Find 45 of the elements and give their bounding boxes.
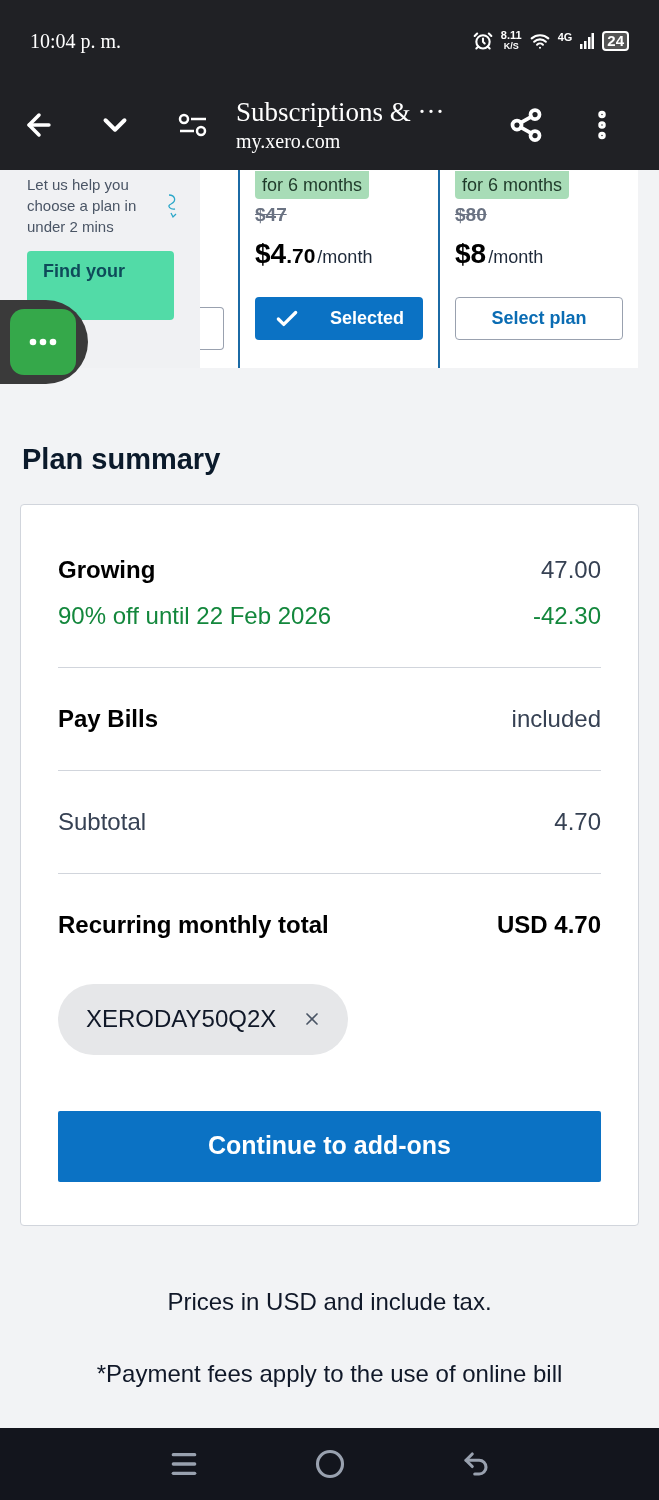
home-icon[interactable]: [315, 1449, 346, 1479]
signal-icon: [580, 33, 595, 49]
line-amount: 4.70: [554, 806, 601, 837]
discount-amount: -42.30: [532, 600, 601, 631]
line-label: Pay Bills: [58, 703, 159, 734]
status-time: 10:04 p. m.: [30, 29, 122, 55]
line-label: Subtotal: [58, 806, 147, 837]
helper-text: Let us help you choose a plan in under 2 mins: [27, 175, 138, 237]
page-url: my.xero.com: [236, 129, 342, 154]
note-text: Prices in USD and include tax.: [167, 1286, 492, 1317]
net-speed: 8.11: [500, 30, 522, 41]
find-plan-button[interactable]: Find your: [27, 251, 174, 320]
plan-price: $8: [455, 237, 487, 271]
price-period: /month: [317, 246, 373, 269]
price-period: /month: [488, 246, 544, 269]
select-plan-button[interactable]: Select plan: [455, 297, 623, 340]
select-plan-button[interactable]: [200, 307, 224, 350]
dots-icon: [29, 338, 57, 346]
page-title: Subscriptions & ···: [236, 96, 446, 128]
line-amount: 47.00: [540, 554, 601, 585]
duration-badge: for 6 months: [255, 171, 370, 199]
line-label: Growing: [58, 554, 156, 585]
promo-code: XERODAY50Q2X: [86, 1004, 277, 1034]
note-text: *Payment fees apply to the use of online bill: [96, 1358, 563, 1389]
floating-menu-button[interactable]: [0, 300, 88, 384]
section-title: Plan summary: [22, 442, 222, 477]
selected-button[interactable]: Selected: [255, 297, 423, 340]
net-unit: K/S: [503, 41, 519, 52]
share-icon[interactable]: [508, 107, 544, 143]
old-price: $80: [455, 203, 487, 227]
promo-chip[interactable]: XERODAY50Q2X: [58, 983, 349, 1055]
price-cents: .70: [286, 244, 316, 269]
wifi-icon: [529, 31, 550, 51]
network-type: 4G: [557, 29, 573, 45]
line-amount: included: [511, 703, 601, 734]
old-price: $47: [255, 203, 287, 227]
line-amount: USD 4.70: [496, 909, 601, 940]
plan-price: $4: [255, 237, 287, 271]
sliders-icon[interactable]: [178, 112, 208, 138]
alarm-icon: [472, 31, 493, 51]
continue-button[interactable]: Continue to add-ons: [58, 1110, 601, 1182]
discount-label: 90% off until 22 Feb 2026: [58, 600, 332, 631]
battery-level: 24: [602, 31, 629, 51]
line-label: Recurring monthly total: [58, 909, 329, 940]
duration-badge: for 6 months: [455, 171, 570, 199]
